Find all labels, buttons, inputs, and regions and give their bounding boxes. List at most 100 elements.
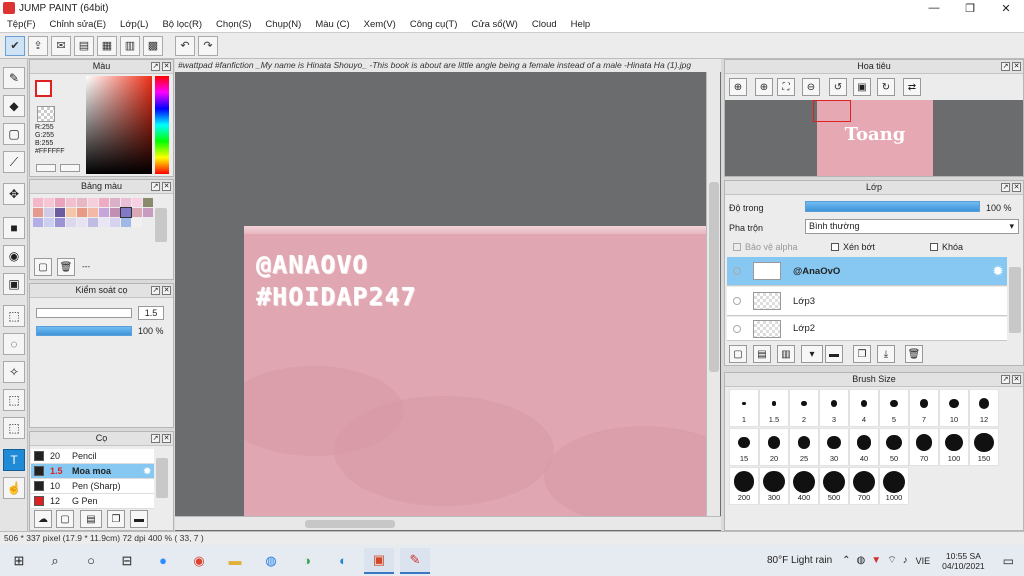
brush-size-cell[interactable]: 4 bbox=[849, 389, 879, 427]
select-pen-icon[interactable]: ⬚ bbox=[3, 389, 25, 411]
panel-close-icon[interactable]: ✕ bbox=[162, 286, 171, 295]
rotate-left-icon[interactable]: ↺ bbox=[829, 78, 847, 96]
vertical-scroll-thumb[interactable] bbox=[709, 182, 719, 372]
brush-size-cell[interactable]: 1 bbox=[729, 389, 759, 427]
document-tab[interactable]: #wattpad #fanfiction _My name is Hinata … bbox=[175, 59, 721, 72]
palette-swatch[interactable] bbox=[88, 198, 98, 207]
brush-size-cell[interactable]: 15 bbox=[729, 428, 759, 466]
size-slider[interactable] bbox=[36, 308, 132, 318]
network-icon[interactable]: ⌔ bbox=[887, 554, 896, 567]
palette-swatch[interactable] bbox=[66, 218, 76, 227]
panel-close-icon[interactable]: ✕ bbox=[1012, 183, 1021, 192]
zoom-app-icon[interactable]: ● bbox=[148, 548, 178, 574]
add-palette-icon[interactable]: ▢ bbox=[34, 258, 52, 276]
menu-select[interactable]: Chọn(S) bbox=[209, 19, 258, 30]
new-8bit-layer-icon[interactable]: ▥ bbox=[777, 345, 795, 363]
menu-snap[interactable]: Chụp(N) bbox=[258, 19, 308, 30]
rotate-right-icon[interactable]: ↻ bbox=[877, 78, 895, 96]
palette-swatch[interactable] bbox=[121, 218, 131, 227]
tray-chevron-icon[interactable]: ⌃ bbox=[842, 555, 850, 566]
clipping-checkbox[interactable]: Xén bớt bbox=[831, 242, 875, 252]
powerpoint-app-icon[interactable]: ▣ bbox=[364, 547, 394, 574]
color-mode-button[interactable] bbox=[36, 164, 56, 172]
document-icon[interactable]: ▦ bbox=[97, 35, 117, 56]
brush-size-cell[interactable]: 500 bbox=[819, 467, 849, 505]
hand-tool-icon[interactable]: ☝ bbox=[3, 477, 25, 499]
brush-item[interactable]: 12 G Pen bbox=[31, 494, 154, 509]
brush-size-cell[interactable]: 150 bbox=[969, 428, 999, 466]
palette-swatch[interactable] bbox=[132, 198, 142, 207]
task-view-icon[interactable]: ○ bbox=[76, 548, 106, 574]
palette-swatch[interactable] bbox=[88, 218, 98, 227]
new-halftone-layer-icon[interactable]: ▤ bbox=[753, 345, 771, 363]
palette-swatch[interactable] bbox=[110, 198, 120, 207]
menu-file[interactable]: Tệp(F) bbox=[0, 19, 43, 30]
delete-layer-icon[interactable]: 🗑 bbox=[905, 345, 923, 363]
new-layer-icon[interactable]: ▢ bbox=[729, 345, 747, 363]
chrome-app-icon[interactable]: ◉ bbox=[184, 548, 214, 574]
brush-size-cell[interactable]: 70 bbox=[909, 428, 939, 466]
search-icon[interactable]: ⌕ bbox=[40, 548, 70, 574]
browser-app-icon[interactable]: ◑ bbox=[292, 548, 322, 574]
panel-close-icon[interactable]: ✕ bbox=[1012, 375, 1021, 384]
palette-swatch[interactable] bbox=[77, 198, 87, 207]
brush-size-cell[interactable]: 400 bbox=[789, 467, 819, 505]
panel-close-icon[interactable]: ✕ bbox=[1012, 62, 1021, 71]
brush-size-cell[interactable]: 300 bbox=[759, 467, 789, 505]
brush-size-cell[interactable]: 10 bbox=[939, 389, 969, 427]
layer-opacity-slider[interactable] bbox=[805, 201, 980, 212]
fit-screen-icon[interactable]: ⛶ bbox=[777, 78, 795, 96]
merge-layer-icon[interactable]: ⤓ bbox=[877, 345, 895, 363]
horizontal-scroll-thumb[interactable] bbox=[305, 520, 395, 528]
layout-icon[interactable]: ▥ bbox=[120, 35, 140, 56]
menu-tools[interactable]: Công cụ(T) bbox=[403, 19, 465, 30]
minimize-button[interactable]: — bbox=[916, 0, 952, 16]
grid-icon[interactable]: ▩ bbox=[143, 35, 163, 56]
layer-item[interactable]: Lớp3 bbox=[727, 287, 1007, 316]
navigator-viewport-box[interactable] bbox=[813, 100, 851, 122]
panel-detach-icon[interactable]: ↗ bbox=[1001, 183, 1010, 192]
brush-size-cell[interactable]: 700 bbox=[849, 467, 879, 505]
layer-settings-icon[interactable]: ✹ bbox=[993, 264, 1003, 278]
saturation-value-picker[interactable] bbox=[86, 76, 152, 174]
palette-swatch[interactable] bbox=[44, 198, 54, 207]
windows-start-icon[interactable]: ⊞ bbox=[4, 548, 34, 574]
new-brush-icon[interactable]: ▢ bbox=[56, 510, 74, 528]
lock-checkbox[interactable]: Khóa bbox=[930, 242, 963, 252]
restore-button[interactable]: ❐ bbox=[952, 0, 988, 16]
brush-cloud-icon[interactable]: ☁ bbox=[34, 510, 52, 528]
menu-layer[interactable]: Lớp(L) bbox=[113, 19, 155, 30]
cloud-sync-icon[interactable]: ✔ bbox=[5, 35, 25, 56]
menu-window[interactable]: Cửa sổ(W) bbox=[464, 19, 524, 30]
rectangle-select-icon[interactable]: ▢ bbox=[3, 123, 25, 145]
palette-swatch-selected[interactable] bbox=[120, 207, 132, 218]
share-icon[interactable]: ⇪ bbox=[28, 35, 48, 56]
panel-detach-icon[interactable]: ↗ bbox=[1001, 62, 1010, 71]
gradient-tool-icon[interactable]: ▣ bbox=[3, 273, 25, 295]
comment-icon[interactable]: ✉ bbox=[51, 35, 71, 56]
input-language[interactable]: VIE bbox=[916, 556, 931, 566]
palette-swatch[interactable] bbox=[132, 218, 142, 227]
palette-swatch[interactable] bbox=[121, 198, 131, 207]
brush-size-cell[interactable]: 1000 bbox=[879, 467, 909, 505]
brush-folder-icon[interactable]: ▬ bbox=[130, 510, 148, 528]
menu-help[interactable]: Help bbox=[564, 19, 598, 30]
palette-swatch[interactable] bbox=[99, 198, 109, 207]
palette-swatch[interactable] bbox=[143, 208, 153, 217]
duplicate-layer-icon[interactable]: ❐ bbox=[853, 345, 871, 363]
palette-swatch[interactable] bbox=[110, 208, 120, 217]
edge-app-icon[interactable]: ◐ bbox=[328, 548, 358, 574]
layer-folder-icon[interactable]: ▬ bbox=[825, 345, 843, 363]
undo-icon[interactable]: ↶ bbox=[175, 35, 195, 56]
zalo-app-icon[interactable]: ◍ bbox=[256, 548, 286, 574]
panel-detach-icon[interactable]: ↗ bbox=[151, 182, 160, 191]
select-eraser-icon[interactable]: ⬚ bbox=[3, 417, 25, 439]
close-button[interactable]: ✕ bbox=[988, 0, 1024, 16]
menu-color[interactable]: Màu (C) bbox=[308, 19, 356, 30]
palette-swatch[interactable] bbox=[55, 208, 65, 217]
panel-detach-icon[interactable]: ↗ bbox=[151, 62, 160, 71]
palette-swatch[interactable] bbox=[77, 218, 87, 227]
shape-tool-icon[interactable]: ■ bbox=[3, 217, 25, 239]
zoom-reset-icon[interactable]: ⊕ bbox=[729, 78, 747, 96]
eraser-tool-icon[interactable]: ◆ bbox=[3, 95, 25, 117]
